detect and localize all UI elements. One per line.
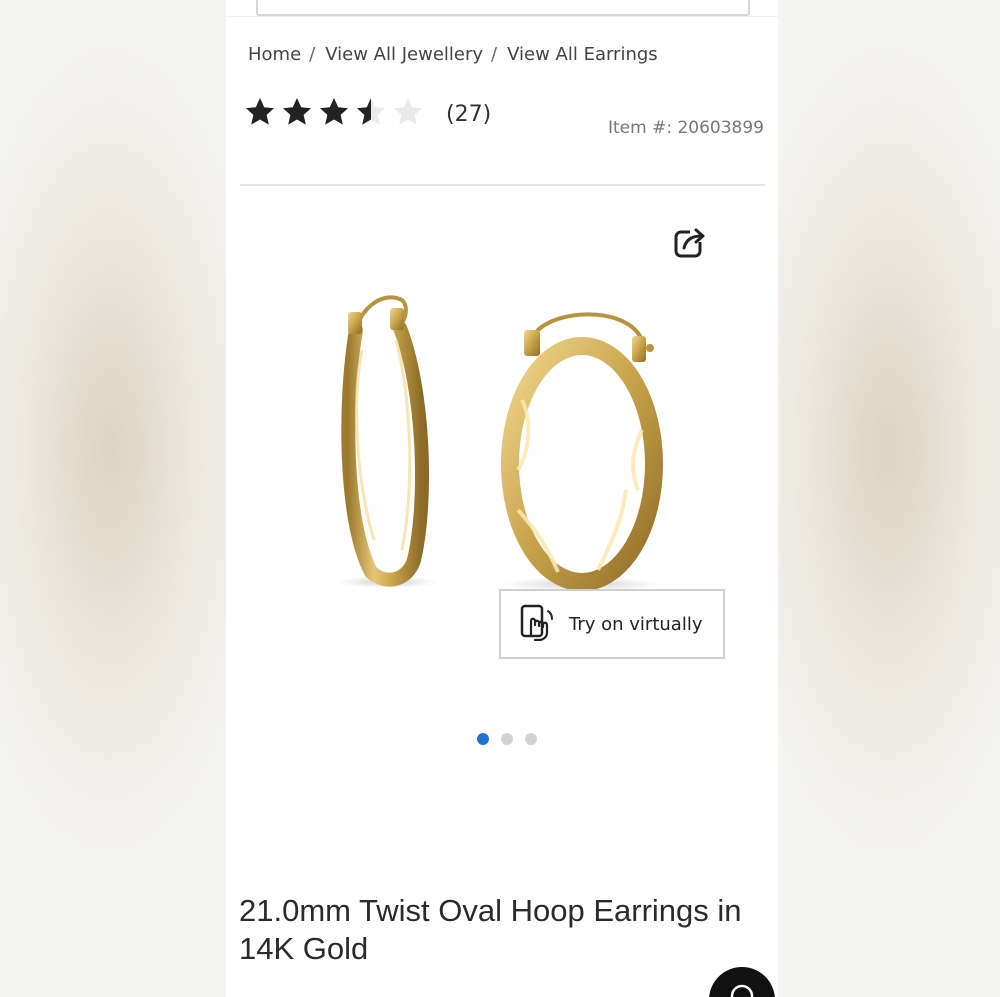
star-empty-icon (394, 98, 422, 125)
try-on-button[interactable]: Try on virtually (499, 589, 725, 659)
phone-screen: Home / View All Jewellery / View All Ear… (226, 0, 778, 997)
breadcrumb: Home / View All Jewellery / View All Ear… (248, 44, 658, 65)
hand-phone-icon (519, 603, 557, 645)
header-divider (226, 16, 778, 17)
background-left (0, 0, 226, 997)
try-on-label: Try on virtually (569, 613, 703, 635)
review-count[interactable]: (27) (446, 102, 491, 127)
breadcrumb-separator: / (309, 44, 316, 65)
carousel-indicator (477, 733, 549, 745)
chat-button[interactable] (709, 967, 775, 997)
star-full-icon (246, 98, 274, 125)
breadcrumb-jewellery[interactable]: View All Jewellery (325, 44, 483, 65)
carousel-dot[interactable] (477, 733, 489, 745)
star-full-icon (320, 98, 348, 125)
chat-icon (730, 984, 754, 997)
star-full-icon (283, 98, 311, 125)
product-title: 21.0mm Twist Oval Hoop Earrings in 14K G… (239, 893, 742, 966)
section-divider (240, 184, 765, 186)
item-number: Item #: 20603899 (607, 118, 764, 138)
breadcrumb-home[interactable]: Home (248, 44, 301, 65)
carousel-dot[interactable] (501, 733, 513, 745)
star-rating[interactable] (244, 96, 429, 128)
breadcrumb-separator: / (491, 44, 498, 65)
share-icon[interactable] (672, 224, 708, 260)
carousel-dot[interactable] (525, 733, 537, 745)
product-image[interactable] (326, 280, 686, 600)
breadcrumb-earrings[interactable]: View All Earrings (507, 44, 658, 65)
star-half-icon (357, 98, 385, 125)
background-right (778, 0, 1000, 997)
search-input[interactable] (256, 0, 750, 16)
